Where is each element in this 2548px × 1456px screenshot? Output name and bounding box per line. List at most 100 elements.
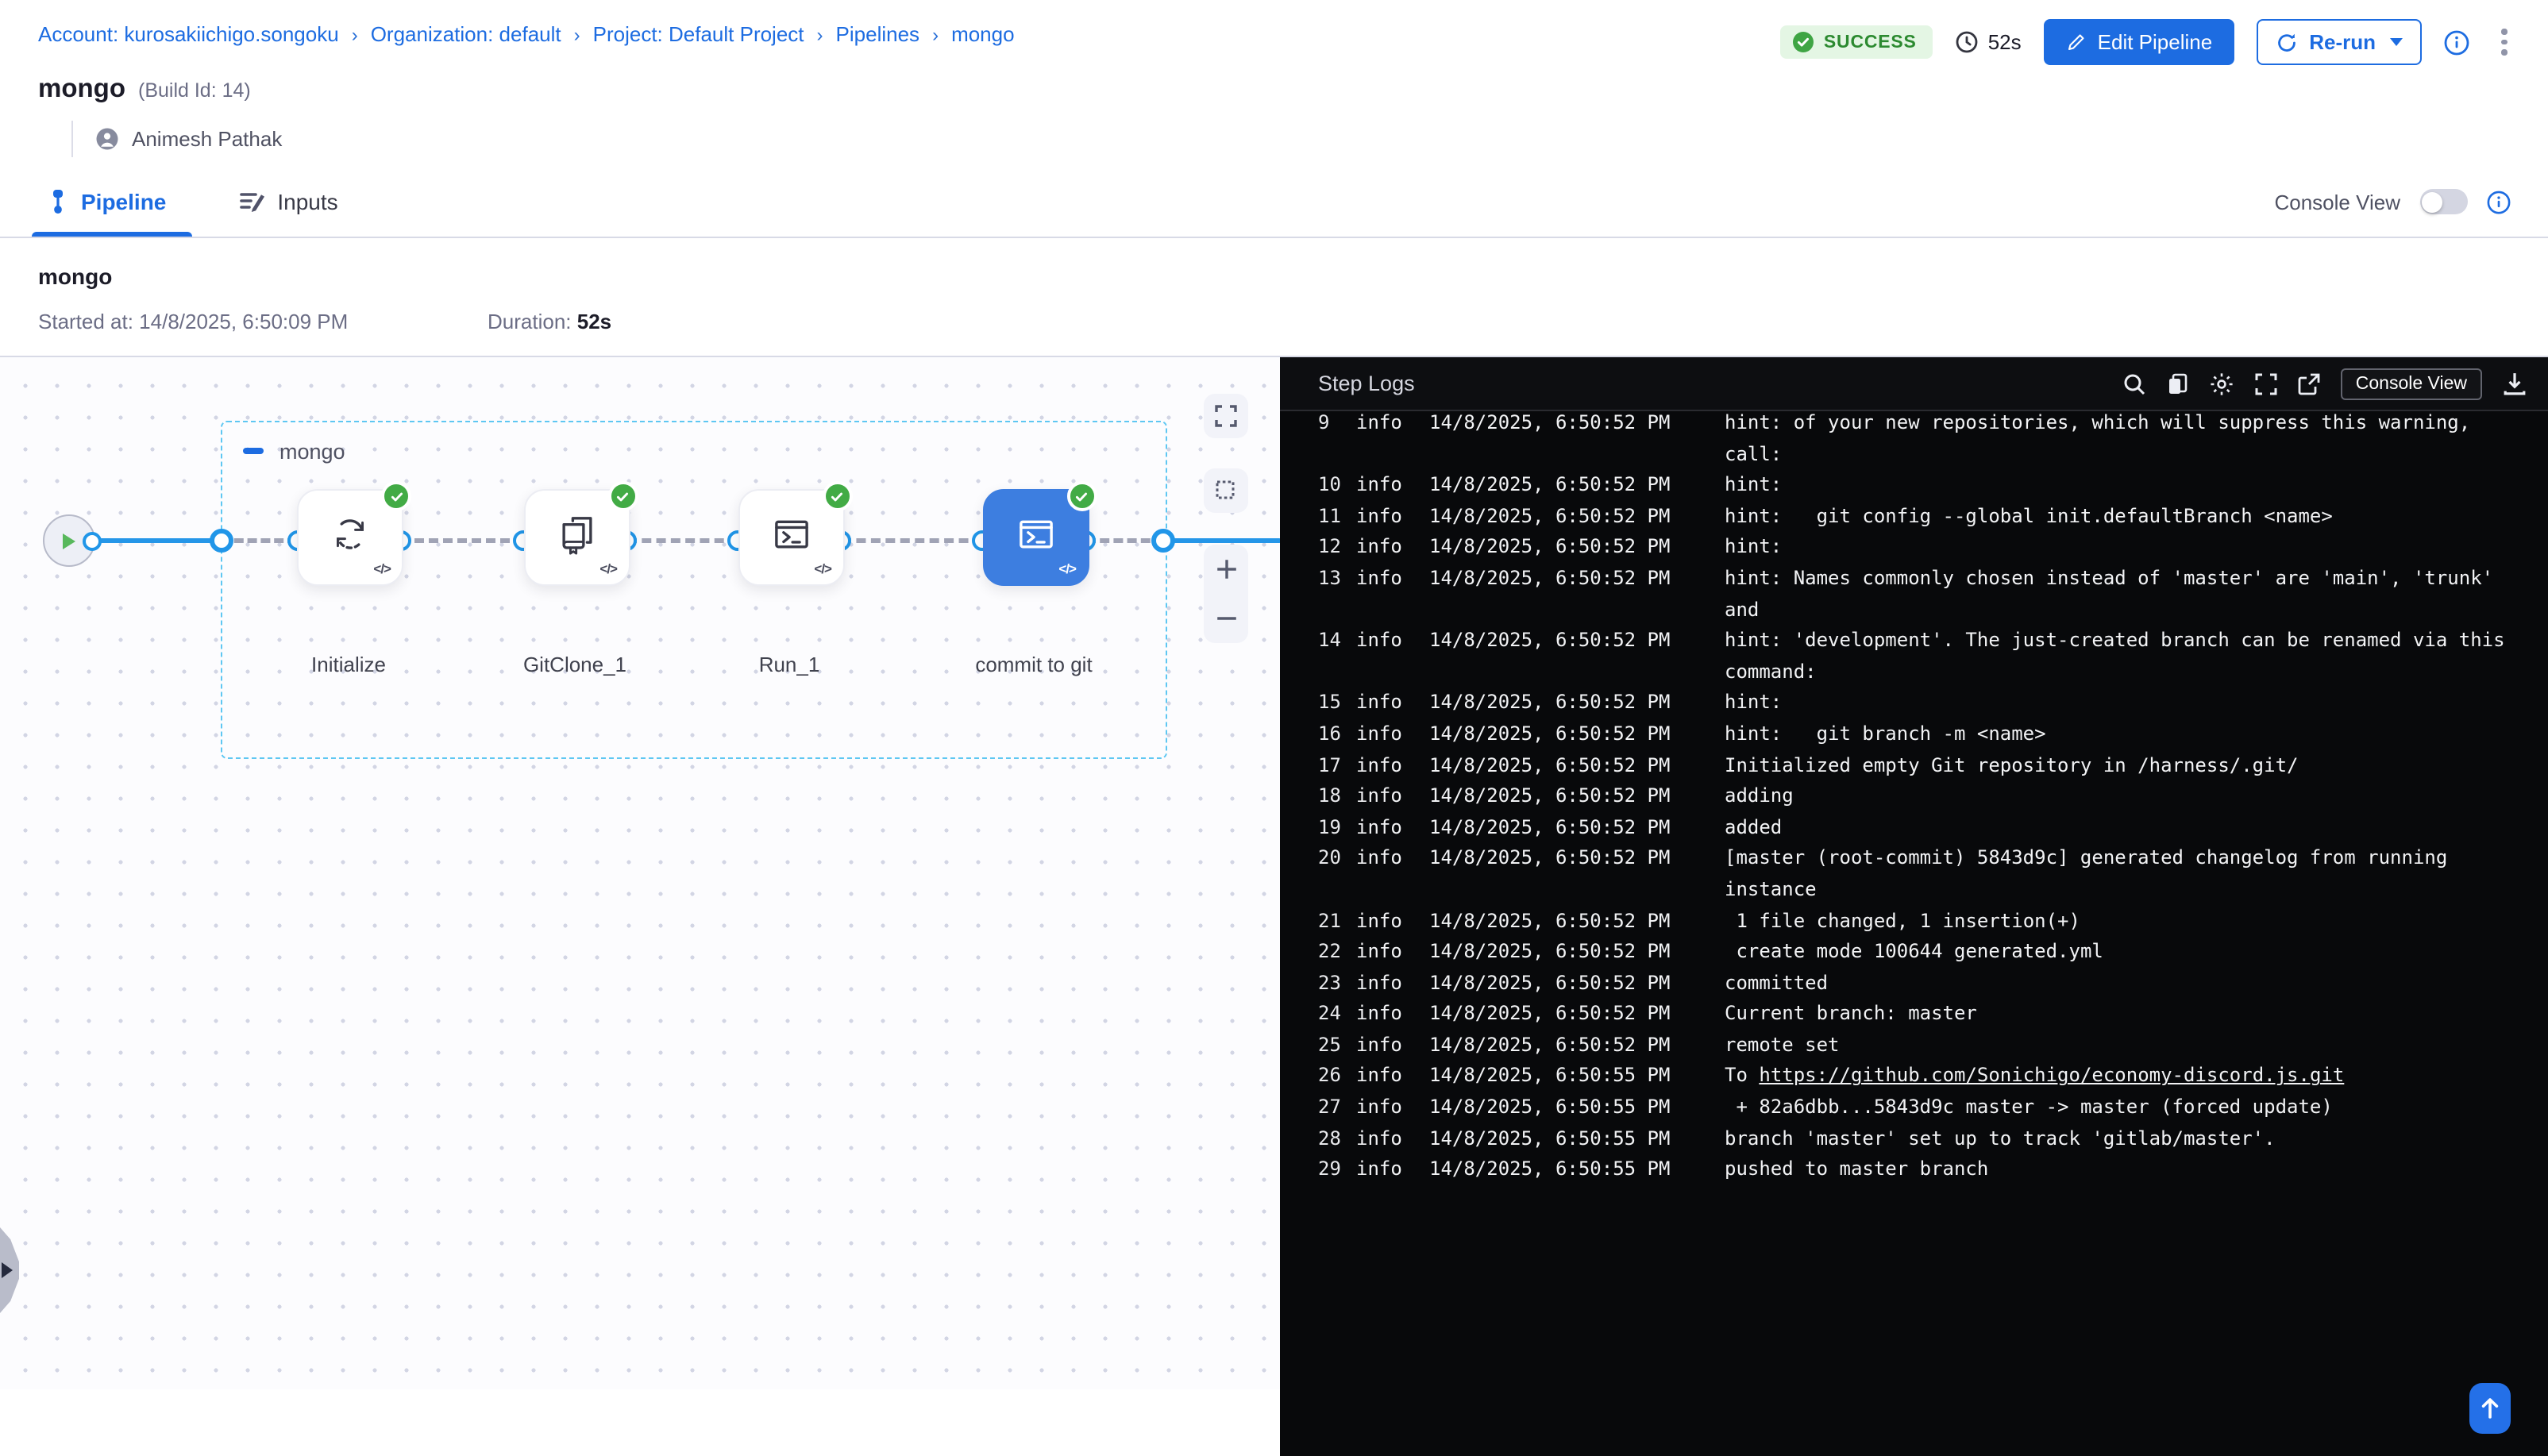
info-circle-icon[interactable] [2486,190,2510,214]
zoom-controls [1204,545,1248,643]
log-timestamp: 14/8/2025, 6:50:52 PM [1429,812,1725,843]
log-message: Initialized empty Git repository in /har… [1725,750,2527,781]
breadcrumb-account[interactable]: Account: kurosakiichigo.songoku [38,22,339,46]
log-level: info [1356,533,1429,564]
zoom-out-icon[interactable] [1214,607,1238,630]
log-level: info [1356,411,1429,470]
console-view-button[interactable]: Console View [2342,368,2481,399]
breadcrumb-organization[interactable]: Organization: default [371,22,561,46]
edit-pipeline-label: Edit Pipeline [2098,30,2213,54]
log-timestamp: 14/8/2025, 6:50:52 PM [1429,533,1725,564]
log-level: info [1356,1123,1429,1154]
run-started-at: Started at: 14/8/2025, 6:50:09 PM [38,310,488,333]
external-link-icon[interactable] [2299,372,2321,395]
log-line-number: 19 [1318,812,1356,843]
log-line-number: 26 [1318,1061,1356,1092]
download-icon[interactable] [2502,372,2526,395]
log-timestamp: 14/8/2025, 6:50:52 PM [1429,1000,1725,1030]
fullscreen-icon [1215,405,1237,427]
chevron-right-icon: › [932,23,939,45]
build-id: (Build Id: 14) [138,79,251,102]
log-line-number: 16 [1318,719,1356,750]
flow-line-dashed [841,538,982,543]
log-message: [master (root-commit) 5843d9c] generated… [1725,844,2527,906]
sync-icon [329,512,372,555]
panel-expand-handle[interactable] [0,1227,19,1313]
log-timestamp: 14/8/2025, 6:50:55 PM [1429,1061,1725,1092]
run-name: mongo [38,264,2510,289]
log-level: info [1356,1092,1429,1123]
log-level: info [1356,502,1429,533]
fullscreen-button[interactable] [1204,394,1248,438]
connector-dot[interactable] [83,531,102,550]
marquee-select-button[interactable] [1204,468,1248,513]
step-node-commit-to-git[interactable]: </> [982,489,1089,586]
pipeline-canvas[interactable]: mongo [0,357,1280,1389]
step-label: commit to git [923,653,1145,676]
log-link[interactable]: https://github.com/Sonichigo/economy-dis… [1759,1065,2344,1087]
top-bar: Account: kurosakiichigo.songoku › Organi… [0,0,2548,65]
log-timestamp: 14/8/2025, 6:50:55 PM [1429,1155,1725,1186]
log-level: info [1356,564,1429,626]
step-node-initialize[interactable]: </> [297,489,403,586]
zoom-in-icon[interactable] [1214,557,1238,581]
log-level: info [1356,470,1429,501]
info-circle-icon[interactable] [2444,29,2469,55]
chevron-right-icon: › [574,23,580,45]
code-step-icon: </> [814,560,831,576]
log-message: committed [1725,968,2527,999]
terminal-icon [1014,512,1057,555]
log-row: 23info14/8/2025, 6:50:52 PMcommitted [1318,968,2548,999]
log-message: hint: [1725,533,2527,564]
gear-icon[interactable] [2210,371,2235,396]
tab-inputs[interactable]: Inputs [229,167,347,237]
log-level: info [1356,844,1429,906]
edit-pipeline-button[interactable]: Edit Pipeline [2044,19,2235,65]
marquee-select-icon [1215,480,1237,502]
execution-duration: 52s [1955,30,2022,54]
status-badge: SUCCESS [1781,25,1933,59]
connector-dot[interactable] [1151,529,1175,553]
play-right-icon [2,1262,13,1278]
log-content[interactable]: 9info14/8/2025, 6:50:52 PMhint: of your … [1280,411,2548,1456]
kebab-menu-icon[interactable] [2492,23,2516,62]
log-line-number: 27 [1318,1092,1356,1123]
scroll-to-top-button[interactable] [2469,1383,2510,1434]
log-row: 24info14/8/2025, 6:50:52 PMCurrent branc… [1318,1000,2548,1030]
flow-line-dashed [400,538,523,543]
log-timestamp: 14/8/2025, 6:50:52 PM [1429,502,1725,533]
connector-dot[interactable] [209,529,233,553]
pencil-icon [2066,32,2087,52]
log-line-number: 24 [1318,1000,1356,1030]
log-row: 16info14/8/2025, 6:50:52 PMhint: git bra… [1318,719,2548,750]
duration-text: 52s [1988,30,2022,54]
collapse-stage-icon[interactable] [243,449,264,454]
inputs-icon [239,191,264,213]
breadcrumb-pipelines[interactable]: Pipelines [836,22,920,46]
fullscreen-icon[interactable] [2256,372,2278,395]
log-level: info [1356,719,1429,750]
tab-pipeline-label: Pipeline [81,189,166,214]
console-view-toggle[interactable] [2419,189,2467,214]
step-node-run[interactable]: </> [738,489,844,586]
step-node-gitclone[interactable]: </> [523,489,630,586]
step-label: Run_1 [678,653,900,676]
breadcrumb-project[interactable]: Project: Default Project [593,22,804,46]
tab-pipeline[interactable]: Pipeline [38,167,175,237]
log-timestamp: 14/8/2025, 6:50:52 PM [1429,626,1725,688]
run-info: mongo Started at: 14/8/2025, 6:50:09 PM … [0,238,2548,356]
code-step-icon: </> [599,560,617,576]
clock-icon [1955,30,1979,54]
copy-icon[interactable] [2167,372,2189,395]
search-icon[interactable] [2124,372,2146,395]
log-line-number: 14 [1318,626,1356,688]
step-label: GitClone_1 [464,653,686,676]
breadcrumb-current[interactable]: mongo [951,22,1015,46]
log-row: 17info14/8/2025, 6:50:52 PMInitialized e… [1318,750,2548,781]
play-icon [60,531,78,550]
rerun-button[interactable]: Re-run [2257,19,2422,65]
log-message: hint: [1725,470,2527,501]
log-message: hint: of your new repositories, which wi… [1725,411,2527,470]
log-level: info [1356,812,1429,843]
log-level: info [1356,1000,1429,1030]
